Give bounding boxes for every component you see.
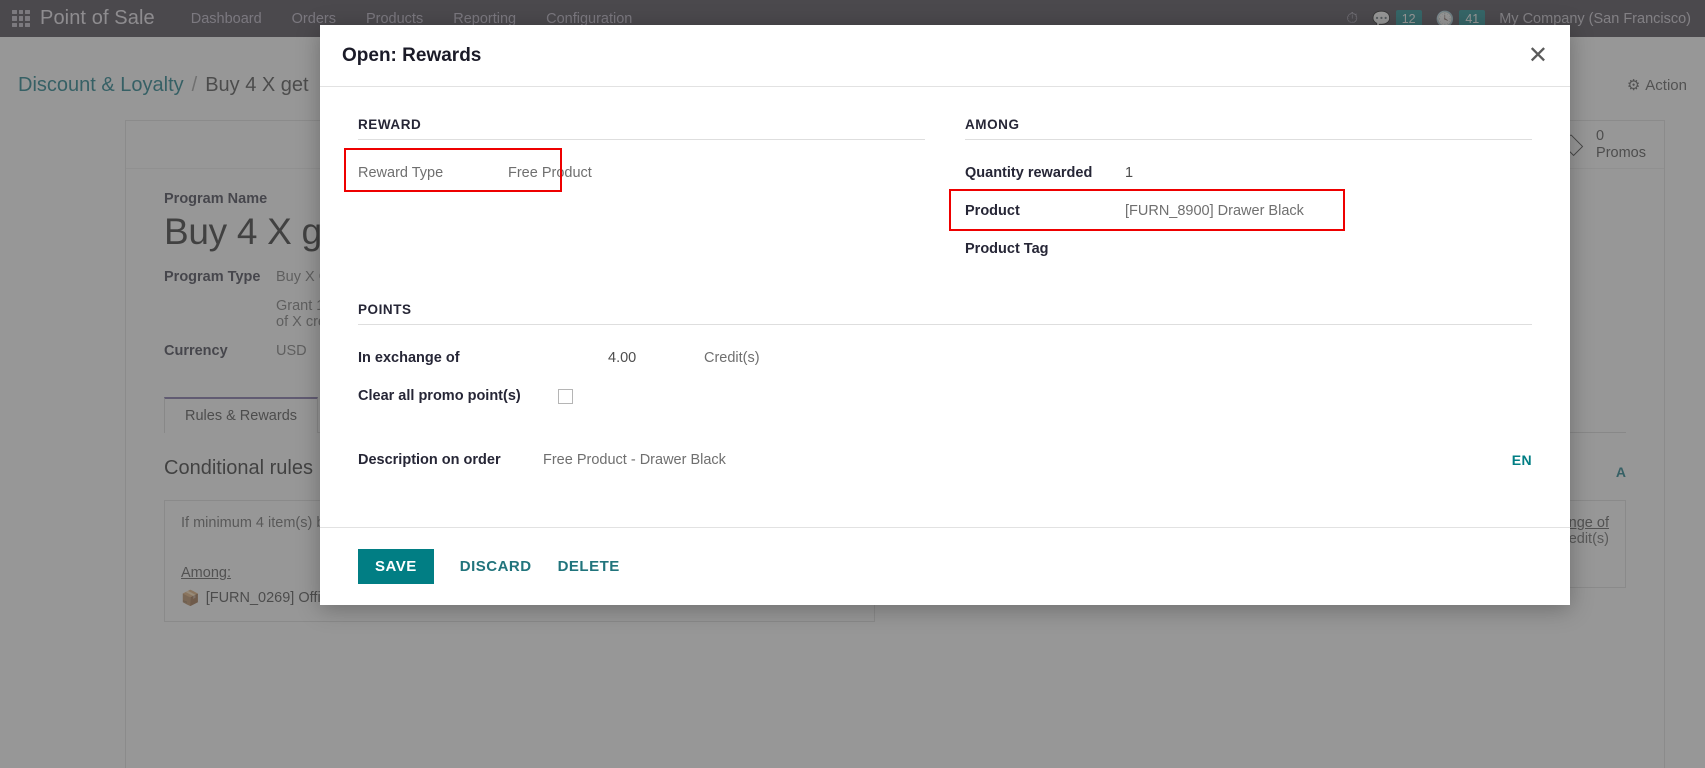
dialog-footer: SAVE DISCARD DELETE <box>320 527 1570 605</box>
description-on-order-label: Description on order <box>358 452 501 468</box>
save-button[interactable]: SAVE <box>358 549 434 584</box>
clear-promo-points-row[interactable]: Clear all promo point(s) <box>358 377 1532 415</box>
points-group: POINTS In exchange of 4.00 Credit(s) Cle… <box>358 302 1532 479</box>
reward-type-label: Reward Type <box>358 165 444 181</box>
delete-button[interactable]: DELETE <box>558 558 620 575</box>
rewards-dialog: Open: Rewards ✕ REWARD Reward Type Free … <box>320 25 1570 605</box>
reward-type-value[interactable]: Free Product <box>508 165 592 181</box>
reward-section-heading: REWARD <box>358 117 925 140</box>
product-tag-label: Product Tag <box>965 241 1049 257</box>
discard-button[interactable]: DISCARD <box>460 558 532 575</box>
product-value[interactable]: [FURN_8900] Drawer Black <box>1125 203 1304 219</box>
description-on-order-value[interactable]: Free Product - Drawer Black <box>543 452 726 468</box>
points-section-heading: POINTS <box>358 302 1532 325</box>
in-exchange-of-unit: Credit(s) <box>704 350 760 366</box>
clear-promo-points-label: Clear all promo point(s) <box>358 388 521 404</box>
product-label: Product <box>965 203 1020 219</box>
screen: Point of Sale Dashboard Orders Products … <box>0 0 1705 768</box>
description-on-order-row[interactable]: Description on order Free Product - Draw… <box>358 441 1532 479</box>
dialog-header: Open: Rewards ✕ <box>320 25 1570 87</box>
dialog-title: Open: Rewards <box>342 44 482 66</box>
clear-promo-points-checkbox[interactable] <box>558 388 573 404</box>
product-tag-row[interactable]: Product Tag <box>965 230 1532 268</box>
among-group: AMONG Quantity rewarded 1 Product [FURN_… <box>949 117 1532 268</box>
among-section-heading: AMONG <box>965 117 1532 140</box>
close-icon[interactable]: ✕ <box>1528 43 1548 68</box>
in-exchange-of-label: In exchange of <box>358 350 460 366</box>
reward-type-row[interactable]: Reward Type Free Product <box>344 148 925 192</box>
language-badge[interactable]: EN <box>1512 452 1532 468</box>
in-exchange-of-row[interactable]: In exchange of 4.00 Credit(s) <box>358 339 1532 377</box>
reward-group: REWARD Reward Type Free Product <box>344 117 925 268</box>
quantity-rewarded-row[interactable]: Quantity rewarded 1 <box>965 154 1532 192</box>
quantity-rewarded-value[interactable]: 1 <box>1125 165 1133 181</box>
top-groups: REWARD Reward Type Free Product AMONG Qu… <box>344 117 1532 268</box>
quantity-rewarded-label: Quantity rewarded <box>965 165 1093 181</box>
in-exchange-of-value[interactable]: 4.00 <box>608 350 704 366</box>
product-row[interactable]: Product [FURN_8900] Drawer Black <box>949 189 1532 231</box>
dialog-body: REWARD Reward Type Free Product AMONG Qu… <box>320 87 1570 527</box>
